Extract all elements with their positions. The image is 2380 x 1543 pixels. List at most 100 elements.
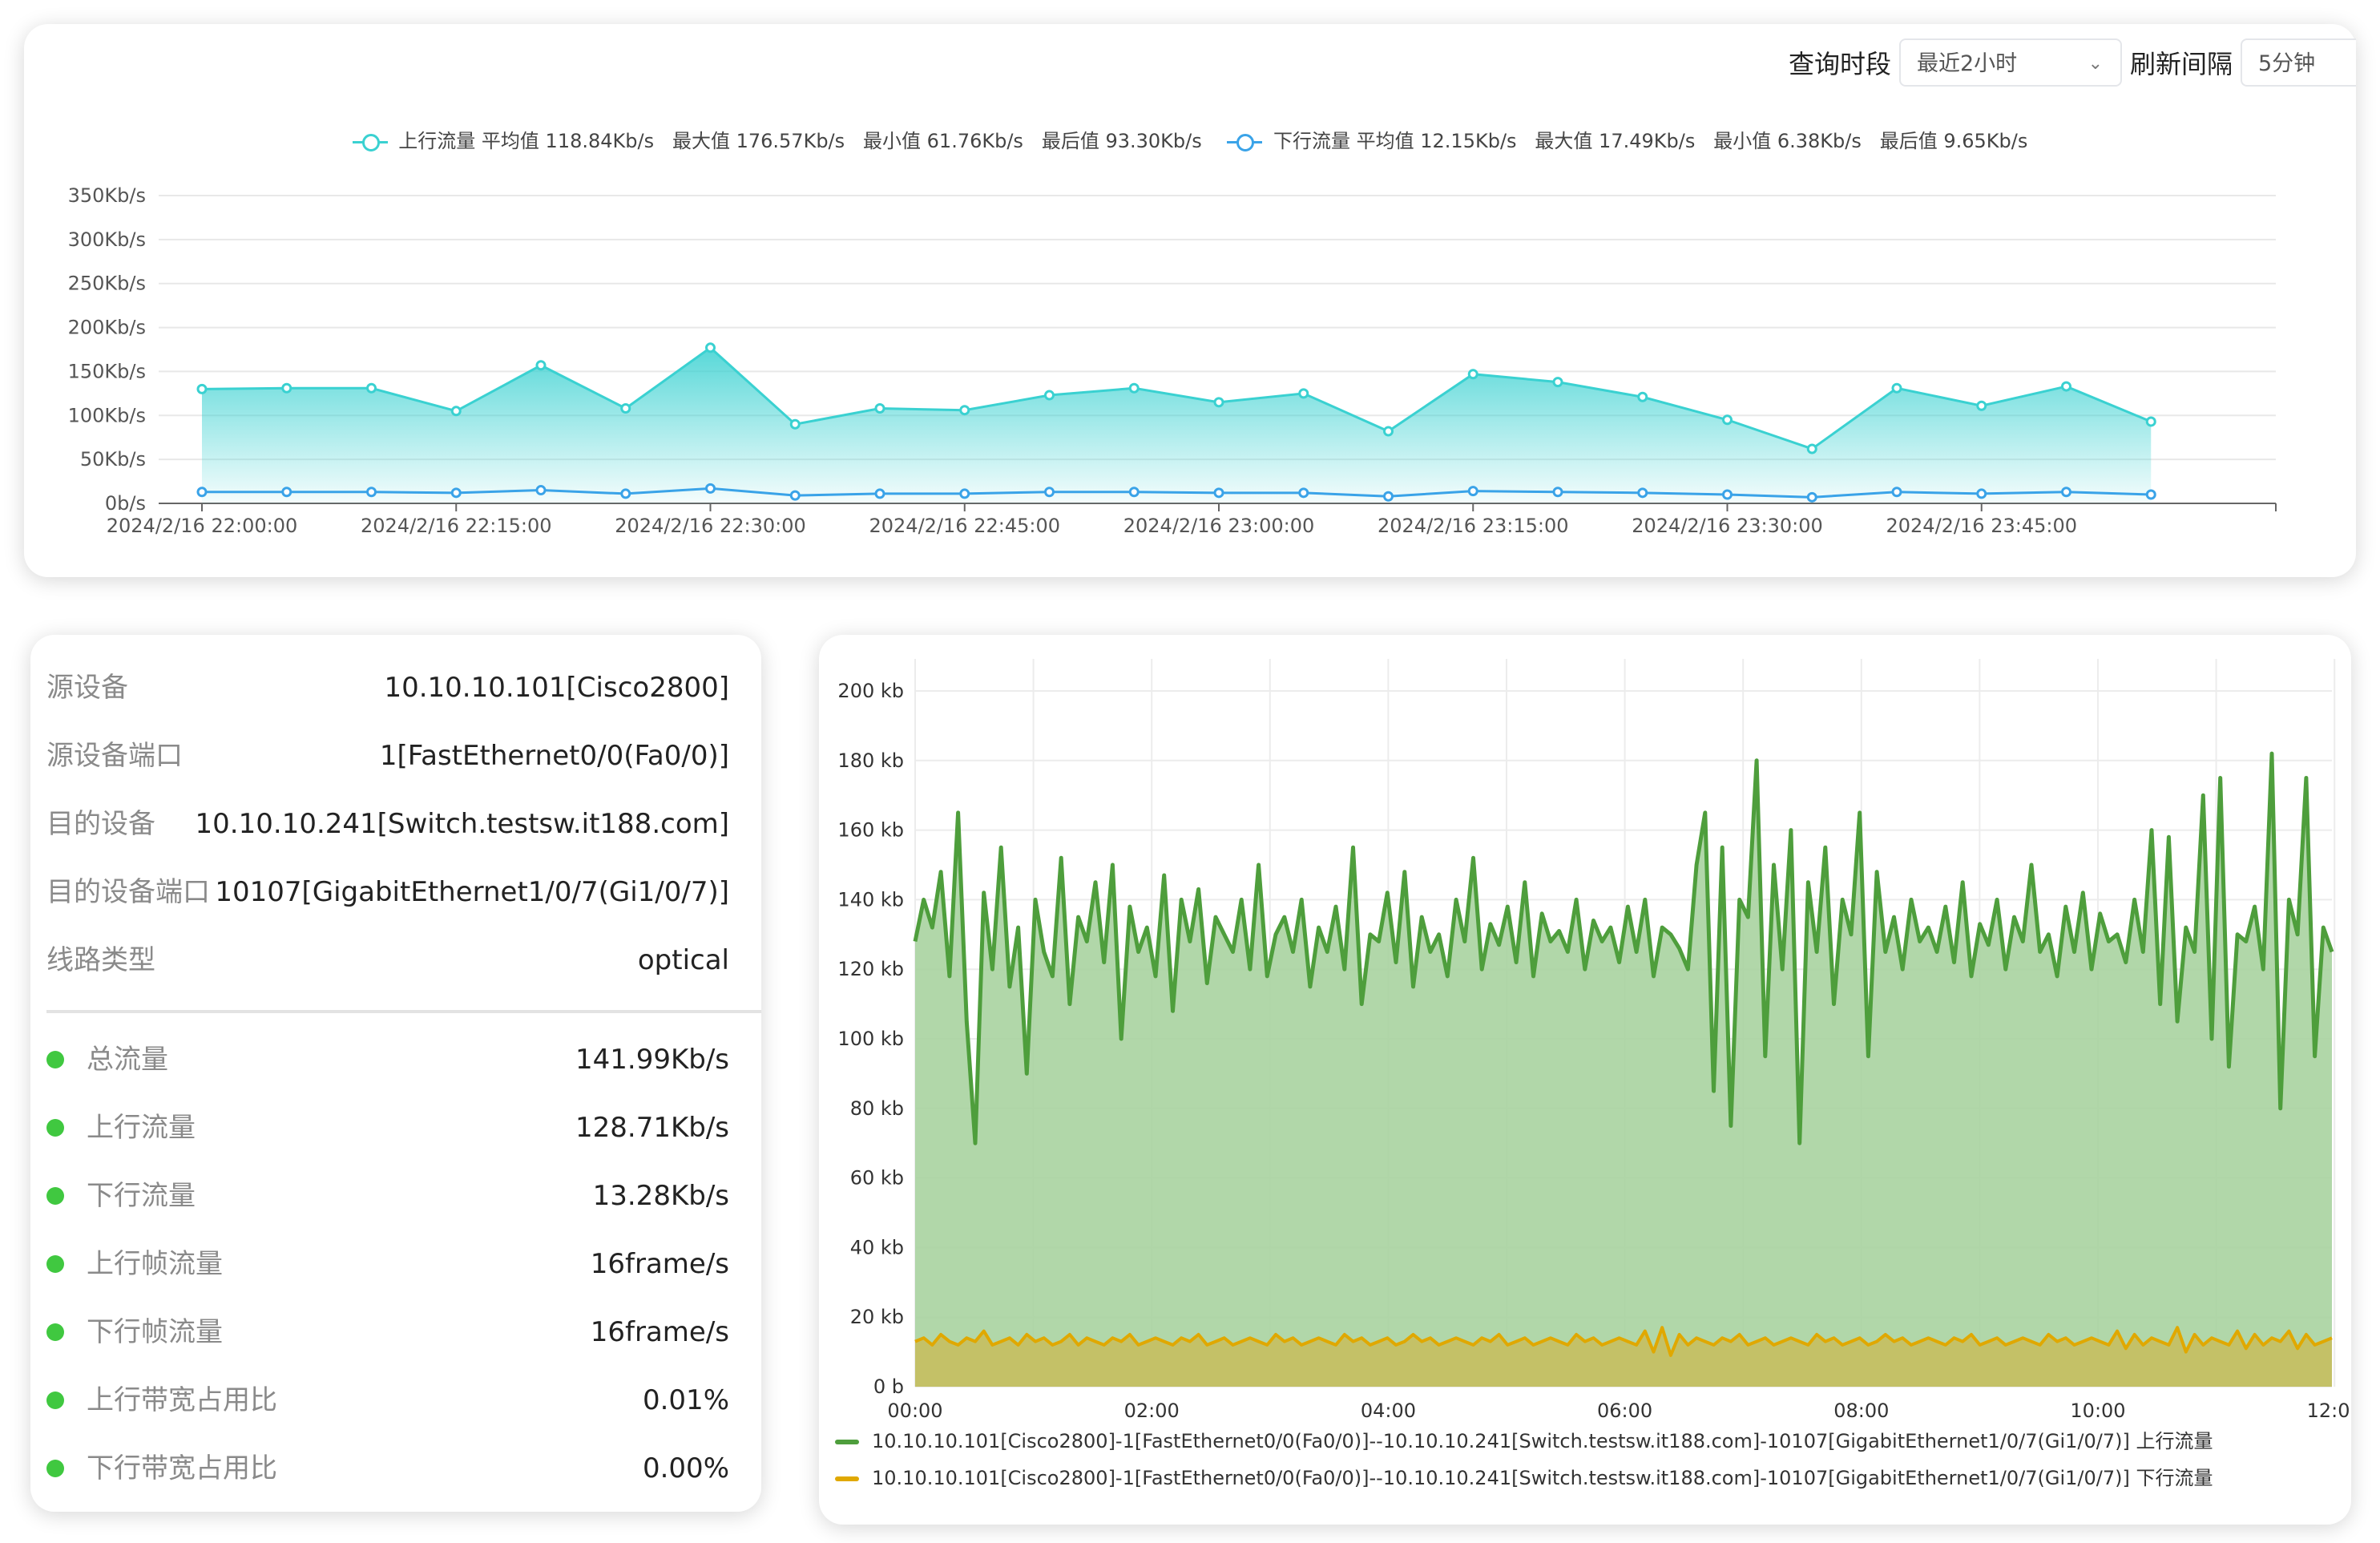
uplink-point (1213, 397, 1224, 408)
y-tick-label: 200Kb/s (68, 317, 146, 339)
uplink-point (959, 405, 970, 416)
y-tick-label: 350Kb/s (68, 184, 146, 207)
downlink-point (1637, 487, 1648, 499)
daily-traffic-panel: 0 b 20 kb 40 kb 60 kb 80 kb 100 kb 120 kb 140 k… (819, 635, 2351, 1525)
downlink-point (1891, 487, 1902, 498)
y-tick-label: 100 kb (837, 1028, 904, 1050)
line-type-label: 线路类型 (46, 944, 155, 976)
x-tick-label: 2024/2/16 23:45:00 (1886, 515, 2077, 537)
dst-port-value: 10107[GigabitEthernet1/0/7(Gi1/0/7)] (215, 876, 729, 908)
dst-device-label: 目的设备 (46, 808, 155, 840)
uplink-point (1044, 390, 1055, 401)
stat-label: 上行流量 (87, 1112, 196, 1144)
legend-series-name: 10.10.10.101[Cisco2800]-1[FastEthernet0/… (872, 1467, 2213, 1489)
downlink-point (366, 487, 377, 498)
y-tick-label: 160 kb (837, 819, 904, 842)
x-tick-label: 2024/2/16 22:00:00 (107, 515, 297, 537)
status-dot-icon (46, 1119, 64, 1137)
uplink-point (789, 418, 801, 430)
link-info-panel: 源设备 10.10.10.101[Cisco2800] 源设备端口 1[Fast… (30, 635, 761, 1512)
downlink-point (959, 488, 970, 499)
uplink-point (1637, 391, 1648, 402)
stat-value: 13.28Kb/s (592, 1180, 729, 1212)
legend-item-uplink[interactable]: 10.10.10.101[Cisco2800]-1[FastEthernet0/… (835, 1425, 2342, 1457)
stat-value: 0.01% (642, 1384, 729, 1416)
y-tick-label: 80 kb (850, 1097, 904, 1120)
y-tick-label: 300Kb/s (68, 228, 146, 251)
x-tick-label: 08:00 (1833, 1400, 1889, 1422)
x-tick-label: 12:00 (2307, 1400, 2351, 1422)
status-dot-icon (46, 1323, 64, 1341)
legend-series-name: 10.10.10.101[Cisco2800]-1[FastEthernet0/… (872, 1430, 2213, 1452)
downlink-point (1806, 491, 1817, 503)
daily-traffic-chart[interactable]: 0 b 20 kb 40 kb 60 kb 80 kb 100 kb 120 kb 140 k… (819, 635, 2351, 1525)
info-row-src-device: 源设备 10.10.10.101[Cisco2800] (46, 664, 729, 712)
y-tick-label: 0 b (873, 1375, 904, 1398)
downlink-point (196, 487, 208, 498)
downlink-point (450, 487, 462, 499)
y-tick-label: 50Kb/s (80, 448, 146, 471)
uplink-point (1128, 382, 1140, 394)
downlink-point (874, 488, 885, 499)
stat-row-uplink-frames: 上行帧流量 16frame/s (46, 1240, 729, 1288)
x-tick-label: 2024/2/16 22:45:00 (869, 515, 1060, 537)
status-dot-icon (46, 1255, 64, 1273)
y-tick-label: 100Kb/s (68, 404, 146, 426)
x-tick-label: 2024/2/16 22:15:00 (361, 515, 551, 537)
downlink-point (1976, 488, 1987, 499)
downlink-point (705, 483, 716, 494)
y-tick-label: 200 kb (837, 680, 904, 702)
src-port-value: 1[FastEthernet0/0(Fa0/0)] (379, 740, 729, 772)
y-tick-label: 250Kb/s (68, 273, 146, 295)
stat-row-downlink-frames: 下行帧流量 16frame/s (46, 1308, 729, 1356)
stat-value: 0.00% (642, 1452, 729, 1484)
x-tick-label: 2024/2/16 23:00:00 (1123, 515, 1314, 537)
downlink-point (620, 488, 631, 499)
uplink-point (874, 403, 885, 414)
stat-value: 16frame/s (590, 1248, 729, 1280)
uplink-point (1976, 400, 1987, 411)
stat-row-downlink-traffic: 下行流量 13.28Kb/s (46, 1172, 729, 1220)
stat-value: 16frame/s (590, 1316, 729, 1348)
divider (46, 1010, 761, 1013)
stat-value: 141.99Kb/s (575, 1044, 729, 1076)
x-tick-label: 02:00 (1124, 1400, 1180, 1422)
src-port-label: 源设备端口 (46, 740, 183, 772)
downlink-point (1467, 486, 1478, 497)
uplink-point (2061, 381, 2071, 392)
downlink-point (281, 487, 292, 498)
uplink-point (366, 382, 377, 394)
traffic-trend-panel: 查询时段 最近2小时 ⌄ 刷新间隔 5分钟 上行流量 平均值 118.84Kb/… (24, 24, 2356, 577)
top-traffic-chart[interactable]: 0b/s 50Kb/s 100Kb/s 150Kb/s 200Kb/s 250Kb/s 30… (24, 24, 2356, 577)
dst-port-label: 目的设备端口 (46, 876, 210, 908)
uplink-point (620, 403, 631, 414)
stat-row-total-traffic: 总流量 141.99Kb/s (46, 1036, 729, 1084)
uplink-point (1467, 369, 1478, 380)
info-row-dst-device: 目的设备 10.10.10.241[Switch.testsw.it188.co… (46, 800, 729, 848)
x-tick-label: 2024/2/16 22:30:00 (615, 515, 805, 537)
x-tick-label: 10:00 (2070, 1400, 2125, 1422)
src-device-value: 10.10.10.101[Cisco2800] (384, 672, 729, 704)
y-tick-label: 180 kb (837, 749, 904, 772)
legend-item-downlink[interactable]: 10.10.10.101[Cisco2800]-1[FastEthernet0/… (835, 1462, 2342, 1494)
x-tick-label: 2024/2/16 23:15:00 (1378, 515, 1568, 537)
uplink-point (196, 383, 208, 394)
y-tick-label: 0b/s (105, 492, 146, 515)
stat-label: 下行帧流量 (87, 1316, 223, 1348)
status-dot-icon (46, 1051, 64, 1068)
status-dot-icon (46, 1460, 64, 1477)
uplink-area (915, 753, 2332, 1387)
x-tick-label: 04:00 (1361, 1400, 1416, 1422)
info-row-dst-port: 目的设备端口 10107[GigabitEthernet1/0/7(Gi1/0/… (46, 868, 729, 916)
dst-device-value: 10.10.10.241[Switch.testsw.it188.com] (195, 808, 729, 840)
uplink-point (450, 406, 462, 417)
downlink-point (1213, 487, 1224, 499)
y-tick-label: 120 kb (837, 958, 904, 980)
line-type-value: optical (637, 944, 729, 976)
src-device-label: 源设备 (46, 672, 128, 704)
legend-swatch-icon (835, 1440, 859, 1444)
uplink-point (1298, 388, 1309, 399)
x-tick-label: 00:00 (887, 1400, 942, 1422)
y-tick-label: 140 kb (837, 888, 904, 911)
downlink-point (1552, 487, 1563, 498)
